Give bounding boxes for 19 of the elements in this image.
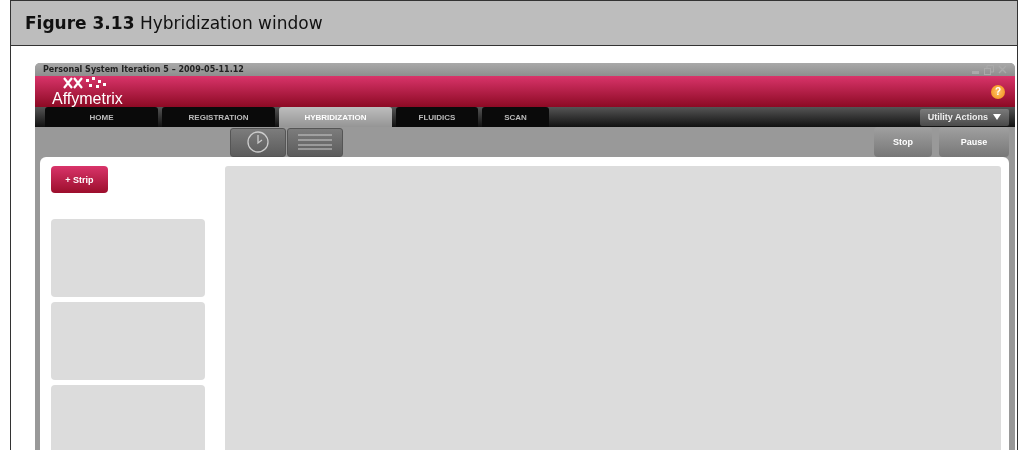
action-button[interactable]: Pause	[939, 127, 1009, 157]
caret-icon	[993, 114, 1001, 120]
nav-tab[interactable]: REGISTRATION	[162, 107, 275, 127]
clock-icon	[247, 131, 269, 153]
list-icon	[298, 134, 332, 150]
add-strip-button[interactable]: + Strip	[51, 166, 108, 193]
restore-icon[interactable]	[984, 64, 994, 75]
logo-icon	[62, 76, 108, 90]
list-view-button[interactable]	[287, 127, 343, 157]
action-button[interactable]: Stop	[874, 127, 932, 157]
close-icon[interactable]	[998, 65, 1007, 74]
timeline-view-button[interactable]	[230, 127, 286, 157]
figure-caption: Figure 3.13 Hybridization window	[25, 13, 323, 33]
utility-actions-dropdown[interactable]: Utility Actions	[919, 108, 1009, 126]
nav-tab[interactable]: HOME	[45, 107, 158, 127]
logo-text: Affymetrix	[52, 90, 123, 107]
nav-tab[interactable]: FLUIDICS	[396, 107, 478, 127]
window-title: Personal System Iteration 5 – 2009-05-11.12	[43, 65, 245, 74]
nav-tab[interactable]: SCAN	[482, 107, 549, 127]
